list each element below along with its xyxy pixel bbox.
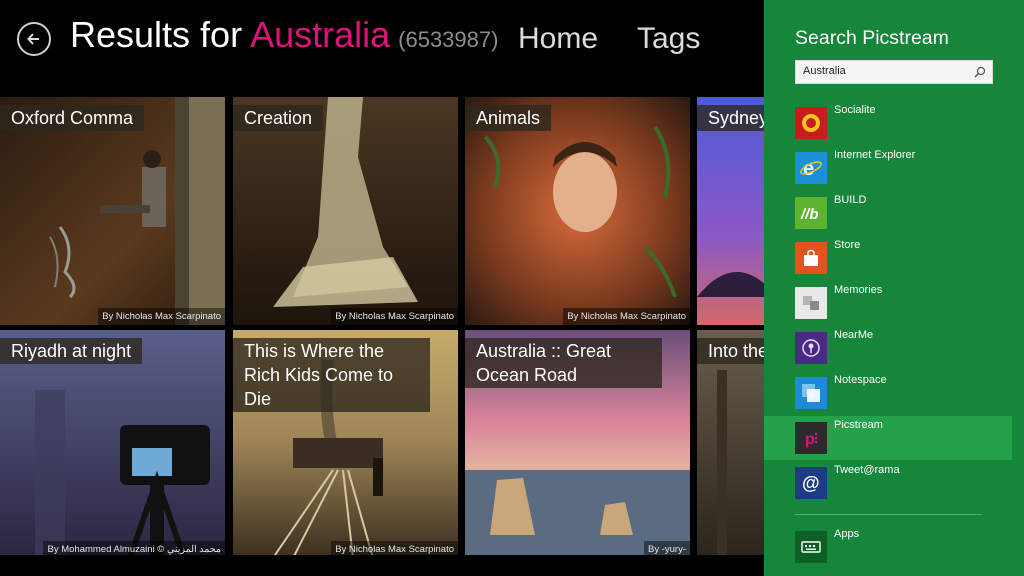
nearme-app-icon	[795, 332, 827, 364]
pane-divider	[795, 514, 982, 515]
tile-credit: By Nicholas Max Scarpinato	[331, 541, 458, 555]
nav-tags[interactable]: Tags	[637, 22, 700, 56]
app-label: Store	[834, 239, 861, 251]
nav-home[interactable]: Home	[518, 22, 598, 56]
app-label: NearMe	[834, 329, 874, 341]
photo-tile[interactable]: Animals By Nicholas Max Scarpinato	[465, 97, 690, 325]
app-item-notespace[interactable]: Notespace	[764, 371, 1012, 415]
photo-tile[interactable]: Riyadh at night By Mohammed Almuzaini © …	[0, 330, 225, 555]
app-label: Internet Explorer	[834, 149, 916, 161]
photo-tile[interactable]: Oxford Comma By Nicholas Max Scarpinato	[0, 97, 225, 325]
app-item-store[interactable]: Store	[764, 236, 1012, 280]
app-item-memories[interactable]: Memories	[764, 281, 1012, 325]
tile-credit: By Nicholas Max Scarpinato	[331, 308, 458, 325]
photo-tile[interactable]: Sydney	[697, 97, 764, 325]
notespace-app-icon	[795, 377, 827, 409]
tile-caption: Creation	[233, 105, 324, 131]
svg-text://b: //b	[800, 206, 819, 223]
search-charm-pane: Search Picstream Australia Socialite e I…	[764, 0, 1024, 576]
photo-tile[interactable]: Creation By Nicholas Max Scarpinato	[233, 97, 458, 325]
back-button[interactable]	[17, 22, 51, 56]
app-item-build[interactable]: //b BUILD	[764, 191, 1012, 235]
memories-app-icon	[795, 287, 827, 319]
photo-tile[interactable]: This is Where the Rich Kids Come to Die …	[233, 330, 458, 555]
photo-tile[interactable]: Australia :: Great Ocean Road By -yury-	[465, 330, 690, 555]
svg-text:e: e	[803, 158, 814, 180]
app-item-internet-explorer[interactable]: e Internet Explorer	[764, 146, 1012, 190]
tile-caption: Sydney	[697, 105, 764, 131]
app-label: Picstream	[834, 419, 883, 431]
tile-credit: By -yury-	[644, 541, 690, 555]
app-label: Tweet@rama	[834, 464, 900, 476]
app-label: Socialite	[834, 104, 876, 116]
search-icon[interactable]	[974, 66, 986, 78]
photo-image	[465, 97, 690, 325]
tile-caption: Australia :: Great Ocean Road	[465, 338, 662, 388]
photo-image	[697, 97, 764, 325]
back-arrow-icon	[27, 33, 39, 45]
app-item-apps[interactable]: Apps	[764, 525, 1012, 569]
result-count: (6533987)	[398, 27, 499, 52]
picstream-app-icon: p	[795, 422, 827, 454]
svg-text:@: @	[802, 473, 820, 493]
tweetrama-app-icon: @	[795, 467, 827, 499]
photo-tile[interactable]: Into the	[697, 330, 764, 555]
search-input[interactable]: Australia	[795, 60, 993, 84]
internet-explorer-app-icon: e	[795, 152, 827, 184]
tile-credit: By Nicholas Max Scarpinato	[563, 308, 690, 325]
keyboard-icon	[795, 531, 827, 563]
tile-caption: Into the	[697, 338, 764, 364]
app-label: BUILD	[834, 194, 867, 206]
app-item-tweetrama[interactable]: @ Tweet@rama	[764, 461, 1012, 505]
svg-text:p: p	[805, 431, 815, 448]
search-input-value: Australia	[803, 65, 846, 77]
search-query-title: Australia	[250, 14, 391, 55]
socialite-app-icon	[795, 107, 827, 139]
tile-caption: This is Where the Rich Kids Come to Die	[233, 338, 430, 412]
app-label: Memories	[834, 284, 883, 296]
photo-image	[0, 97, 225, 325]
results-grid: Oxford Comma By Nicholas Max Scarpinato …	[0, 97, 764, 555]
app-item-socialite[interactable]: Socialite	[764, 101, 1012, 145]
store-app-icon	[795, 242, 827, 274]
app-label: Notespace	[834, 374, 887, 386]
tile-caption: Oxford Comma	[0, 105, 145, 131]
app-item-nearme[interactable]: NearMe	[764, 326, 1012, 370]
app-label: Apps	[834, 528, 860, 540]
tile-caption: Animals	[465, 105, 552, 131]
tile-credit: By Mohammed Almuzaini © محمد المزيني	[43, 541, 225, 555]
search-pane-title: Search Picstream	[795, 27, 949, 49]
photo-image	[233, 97, 458, 325]
tile-credit: By Nicholas Max Scarpinato	[98, 308, 225, 325]
build-app-icon: //b	[795, 197, 827, 229]
title-prefix: Results for	[70, 14, 251, 55]
app-item-picstream[interactable]: p Picstream	[764, 416, 1012, 460]
page-title: Results for Australia (6533987)	[70, 14, 498, 56]
tile-caption: Riyadh at night	[0, 338, 143, 364]
